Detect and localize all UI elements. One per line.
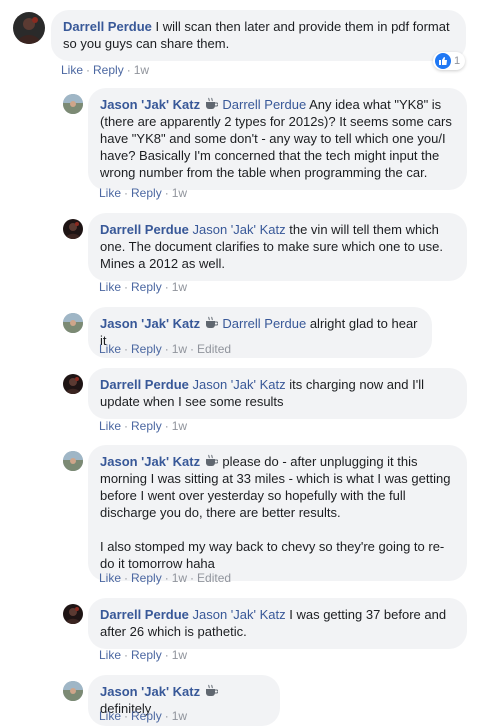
- like-link[interactable]: Like: [99, 186, 121, 200]
- reply-bubble: Jason 'Jak' Katz Darrell Perdue Any idea…: [88, 88, 467, 190]
- coffee-icon: [205, 97, 218, 109]
- edited-label[interactable]: Edited: [197, 571, 231, 585]
- like-link[interactable]: Like: [99, 419, 121, 433]
- avatar[interactable]: [63, 94, 83, 114]
- reply-tag[interactable]: Jason 'Jak' Katz: [193, 607, 286, 622]
- reply-link[interactable]: Reply: [131, 419, 162, 433]
- reply-author[interactable]: Darrell Perdue: [100, 222, 189, 237]
- like-link[interactable]: Like: [99, 709, 121, 723]
- reaction-number: 1: [454, 55, 461, 67]
- reply-link[interactable]: Reply: [131, 709, 162, 723]
- reply-link[interactable]: Reply: [131, 648, 162, 662]
- reply-tag[interactable]: Jason 'Jak' Katz: [193, 377, 286, 392]
- reply-author[interactable]: Jason 'Jak' Katz: [100, 97, 200, 112]
- reply-actions: Like · Reply · 1w: [99, 419, 188, 433]
- reply-bubble: Darrell Perdue Jason 'Jak' Katz the vin …: [88, 213, 467, 281]
- like-link[interactable]: Like: [99, 571, 121, 585]
- timestamp[interactable]: 1w: [172, 280, 187, 294]
- avatar[interactable]: [63, 374, 83, 394]
- avatar[interactable]: [13, 12, 45, 44]
- timestamp[interactable]: 1w: [172, 571, 187, 585]
- reply-author[interactable]: Jason 'Jak' Katz: [100, 684, 200, 699]
- edited-label[interactable]: Edited: [197, 342, 231, 356]
- reply-link[interactable]: Reply: [131, 186, 162, 200]
- timestamp[interactable]: 1w: [172, 419, 187, 433]
- coffee-icon: [205, 454, 218, 466]
- avatar[interactable]: [63, 604, 83, 624]
- reply-link[interactable]: Reply: [131, 280, 162, 294]
- reply-link[interactable]: Reply: [131, 571, 162, 585]
- coffee-icon: [205, 684, 218, 696]
- reply-author[interactable]: Darrell Perdue: [100, 607, 189, 622]
- avatar[interactable]: [63, 219, 83, 239]
- reply-bubble: Darrell Perdue Jason 'Jak' Katz its char…: [88, 368, 467, 419]
- reply-link[interactable]: Reply: [93, 63, 124, 77]
- like-link[interactable]: Like: [61, 63, 83, 77]
- thumbs-up-icon: [435, 53, 451, 69]
- avatar[interactable]: [63, 681, 83, 701]
- comment-bubble: Darrell Perdue I will scan then later an…: [51, 10, 466, 61]
- like-link[interactable]: Like: [99, 280, 121, 294]
- coffee-icon: [205, 316, 218, 328]
- reply-actions: Like · Reply · 1w: [99, 186, 188, 200]
- reply-tag[interactable]: Jason 'Jak' Katz: [193, 222, 286, 237]
- comment-actions: Like · Reply · 1w: [61, 63, 150, 77]
- avatar[interactable]: [63, 313, 83, 333]
- like-link[interactable]: Like: [99, 342, 121, 356]
- reply-author[interactable]: Darrell Perdue: [100, 377, 189, 392]
- reply-author[interactable]: Jason 'Jak' Katz: [100, 316, 200, 331]
- comment-author[interactable]: Darrell Perdue: [63, 19, 152, 34]
- timestamp[interactable]: 1w: [172, 186, 187, 200]
- reply-actions: Like · Reply · 1w · Edited: [99, 342, 232, 356]
- reply-tag[interactable]: Darrell Perdue: [222, 97, 306, 112]
- reply-text-2: I also stomped my way back to chevy so t…: [100, 539, 445, 571]
- reply-bubble: Jason 'Jak' Katz please do - after unplu…: [88, 445, 467, 581]
- like-link[interactable]: Like: [99, 648, 121, 662]
- avatar[interactable]: [63, 451, 83, 471]
- timestamp[interactable]: 1w: [172, 648, 187, 662]
- reply-tag[interactable]: Darrell Perdue: [222, 316, 306, 331]
- timestamp[interactable]: 1w: [134, 63, 149, 77]
- reply-actions: Like · Reply · 1w · Edited: [99, 571, 232, 585]
- reply-actions: Like · Reply · 1w: [99, 648, 188, 662]
- reply-bubble: Darrell Perdue Jason 'Jak' Katz I was ge…: [88, 598, 467, 649]
- reply-link[interactable]: Reply: [131, 342, 162, 356]
- timestamp[interactable]: 1w: [172, 709, 187, 723]
- reply-actions: Like · Reply · 1w: [99, 709, 188, 723]
- reaction-count[interactable]: 1: [433, 52, 465, 70]
- timestamp[interactable]: 1w: [172, 342, 187, 356]
- reply-actions: Like · Reply · 1w: [99, 280, 188, 294]
- reply-author[interactable]: Jason 'Jak' Katz: [100, 454, 200, 469]
